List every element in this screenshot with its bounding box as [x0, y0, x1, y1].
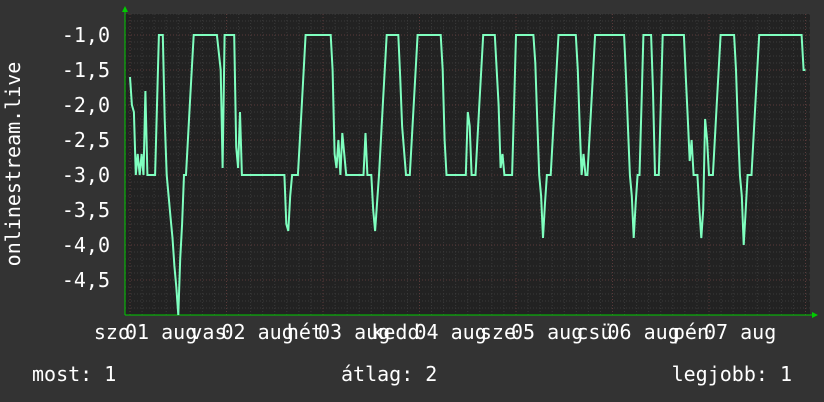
footer-best-label: legjobb: — [671, 362, 768, 386]
y-tick-label: -2,5 — [62, 128, 110, 152]
x-tick-date-label: 05 aug — [511, 320, 583, 344]
x-tick-date-label: 06 aug — [608, 320, 680, 344]
footer-best-value: 1 — [779, 362, 792, 386]
footer-best: legjobb: 1 — [672, 362, 792, 386]
footer-current: most: 1 — [32, 362, 116, 386]
y-tick-label: -4,0 — [62, 233, 110, 257]
footer-average-label: átlag: — [341, 362, 414, 386]
y-tick-label: -1,5 — [62, 58, 110, 82]
y-axis-arrow — [122, 6, 128, 12]
x-tick-day-label: kedd — [371, 320, 419, 344]
footer-current-value: 1 — [104, 362, 117, 386]
y-axis-label: onlinestream.live — [1, 62, 25, 267]
y-tick-label: -3,5 — [62, 198, 110, 222]
footer-current-label: most: — [32, 362, 93, 386]
footer-average-value: 2 — [425, 362, 438, 386]
x-tick-date-label: 01 aug — [125, 320, 197, 344]
y-tick-label: -1,0 — [62, 23, 110, 47]
x-tick-date-label: 07 aug — [704, 320, 776, 344]
y-tick-label: -2,0 — [62, 93, 110, 117]
y-tick-label: -3,0 — [62, 163, 110, 187]
x-tick-date-label: 04 aug — [415, 320, 487, 344]
x-axis-arrow — [812, 312, 818, 318]
x-tick-date-label: 02 aug — [222, 320, 294, 344]
footer-average: átlag: 2 — [341, 362, 437, 386]
chart: -1,0-1,5-2,0-2,5-3,0-3,5-4,0-4,5szo01 au… — [1, 6, 818, 344]
y-tick-label: -4,5 — [62, 268, 110, 292]
